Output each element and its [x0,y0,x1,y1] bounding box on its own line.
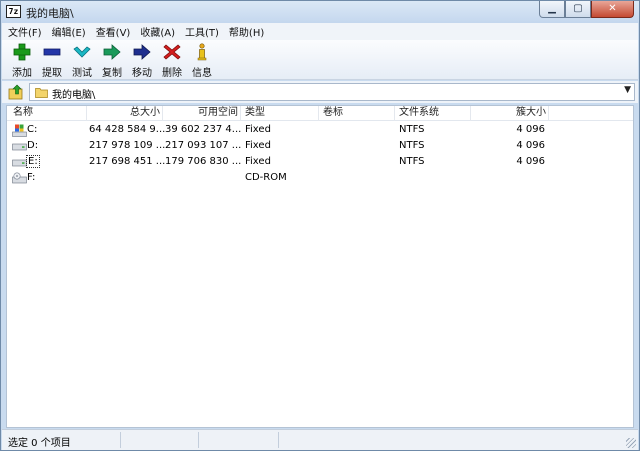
drive-name: D: [27,140,39,151]
status-selected-count: 选定 0 个项目 [8,438,71,449]
drive-type: CD-ROM [245,172,287,183]
info-button[interactable]: 信息 [187,40,217,80]
maximize-icon: ▢ [573,3,583,14]
address-path: 我的电脑\ [52,90,96,101]
drive-file-system: NTFS [399,140,425,151]
column-header-free-space[interactable]: 可用空间 [163,106,241,121]
minimize-icon: ▁ [548,3,556,14]
menu-file[interactable]: 文件(F) [2,24,47,39]
drive-list[interactable]: 名称 总大小 可用空间 类型 卷标 文件系统 簇大小 C: 64 428 584… [6,105,634,428]
copy-label: 复制 [102,68,122,79]
maximize-button[interactable]: ▢ [565,1,591,18]
drive-cluster-size: 4 096 [516,124,545,135]
cd-drive-icon [12,172,27,184]
app-window: 7z 我的电脑\ ▁ ▢ ✕ 文件(F) 编辑(E) 查看(V) 收藏(A) 工… [0,0,640,451]
drive-cluster-size: 4 096 [516,156,545,167]
minimize-button[interactable]: ▁ [539,1,565,18]
drive-total-size: 217 698 451 ... [89,156,166,167]
delete-x-icon [163,44,181,60]
drive-free-space: 217 093 107 ... [165,140,242,151]
drive-type: Fixed [245,156,271,167]
test-button[interactable]: 测试 [67,40,97,80]
move-button[interactable]: 移动 [127,40,157,80]
copy-button[interactable]: 复制 [97,40,127,80]
status-bar: 选定 0 个项目 [2,429,638,450]
status-divider [120,432,121,448]
drive-name: E: [26,155,40,168]
column-header-file-system[interactable]: 文件系统 [395,106,471,121]
address-field[interactable]: 我的电脑\ ▼ [29,83,635,101]
drive-name: F: [27,172,36,183]
add-button[interactable]: 添加 [7,40,37,80]
check-icon [73,46,91,58]
chevron-down-icon[interactable]: ▼ [624,85,631,95]
delete-button[interactable]: 删除 [157,40,187,80]
move-label: 移动 [132,68,152,79]
extract-label: 提取 [42,68,62,79]
menu-help[interactable]: 帮助(H) [224,24,269,39]
app-logo-icon: 7z [6,5,21,18]
test-label: 测试 [72,68,92,79]
drive-free-space: 39 602 237 4... [165,124,242,135]
drive-type: Fixed [245,140,271,151]
folder-up-icon[interactable] [8,84,24,100]
hard-drive-icon [12,159,27,167]
table-row[interactable]: F: CD-ROM [7,170,633,186]
info-icon [197,43,207,61]
drive-name: C: [27,124,38,135]
plus-icon [13,43,31,61]
drive-file-system: NTFS [399,124,425,135]
add-label: 添加 [12,68,32,79]
menu-bar: 文件(F) 编辑(E) 查看(V) 收藏(A) 工具(T) 帮助(H) [2,23,638,40]
close-button[interactable]: ✕ [591,1,634,18]
column-header-cluster-size[interactable]: 簇大小 [471,106,549,121]
extract-button[interactable]: 提取 [37,40,67,80]
copy-arrow-icon [103,44,121,60]
drive-cluster-size: 4 096 [516,140,545,151]
column-header-total-size[interactable]: 总大小 [87,106,163,121]
close-icon: ✕ [608,3,617,14]
drive-type: Fixed [245,124,271,135]
column-header-type[interactable]: 类型 [241,106,319,121]
resize-grip-icon[interactable] [626,438,636,448]
minus-icon [43,48,61,56]
title-bar[interactable]: 7z 我的电脑\ ▁ ▢ ✕ [1,1,639,23]
move-arrow-icon [133,44,151,60]
folder-icon [35,88,48,98]
status-divider [198,432,199,448]
delete-label: 删除 [162,68,182,79]
drive-file-system: NTFS [399,156,425,167]
hard-drive-icon [12,143,27,151]
menu-view[interactable]: 查看(V) [91,24,136,39]
table-row[interactable]: D: 217 978 109 ... 217 093 107 ... Fixed… [7,138,633,154]
drive-total-size: 64 428 584 9... [89,124,166,135]
system-drive-icon [12,124,27,137]
column-header-label[interactable]: 卷标 [319,106,395,121]
column-header-name[interactable]: 名称 [7,106,87,121]
drive-total-size: 217 978 109 ... [89,140,166,151]
window-controls: ▁ ▢ ✕ [539,1,634,19]
list-header: 名称 总大小 可用空间 类型 卷标 文件系统 簇大小 [7,106,633,121]
toolbar: 添加 提取 测试 复制 移动 删除 信息 [2,40,638,80]
status-divider [278,432,279,448]
info-label: 信息 [192,68,212,79]
menu-edit[interactable]: 编辑(E) [47,24,91,39]
drive-free-space: 179 706 830 ... [165,156,242,167]
menu-tools[interactable]: 工具(T) [180,24,224,39]
table-row[interactable]: C: 64 428 584 9... 39 602 237 4... Fixed… [7,122,633,138]
address-row: 我的电脑\ ▼ [2,81,638,103]
table-row[interactable]: E: 217 698 451 ... 179 706 830 ... Fixed… [7,154,633,170]
menu-favorites[interactable]: 收藏(A) [135,24,180,39]
window-title: 我的电脑\ [26,7,74,20]
